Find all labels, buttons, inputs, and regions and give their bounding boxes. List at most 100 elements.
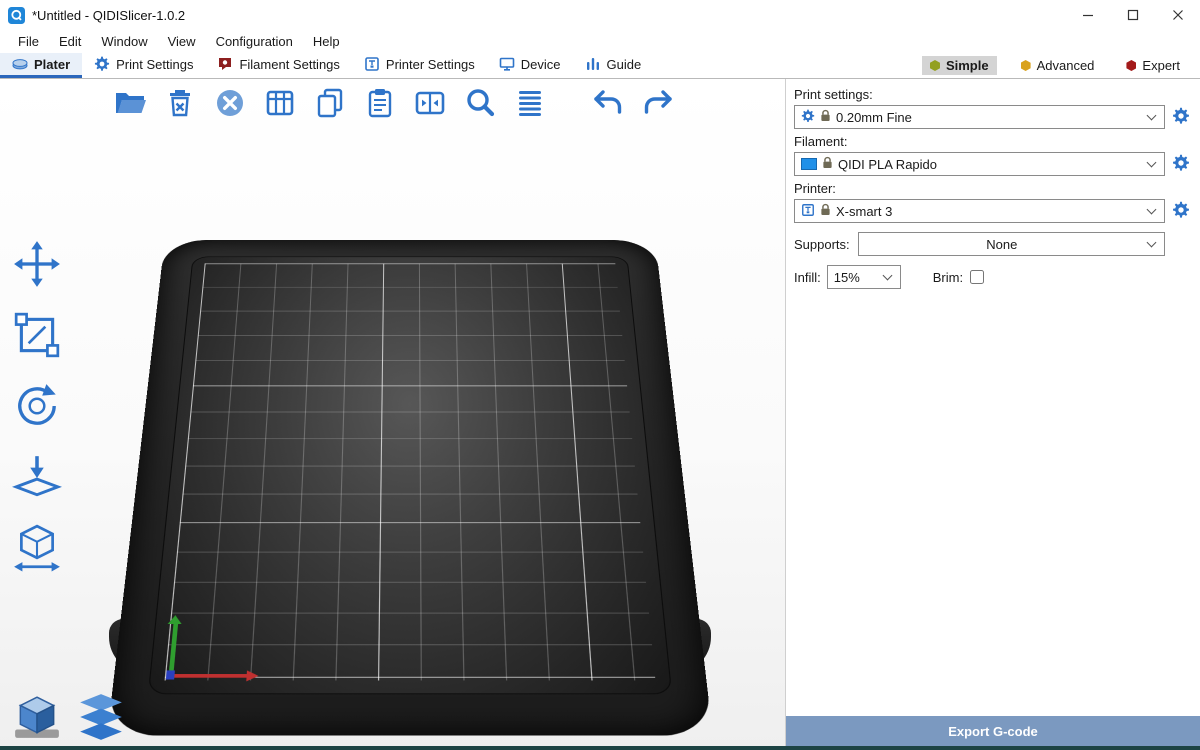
filament-value: QIDI PLA Rapido	[838, 157, 1139, 172]
supports-label: Supports:	[794, 237, 850, 252]
bed-surface	[148, 257, 673, 695]
menu-edit[interactable]: Edit	[49, 32, 91, 51]
chevron-down-icon	[1147, 205, 1157, 215]
place-on-face-icon[interactable]	[12, 452, 62, 502]
editor-view-icon[interactable]	[12, 692, 62, 742]
window-bottom-edge	[0, 746, 1200, 750]
menu-view[interactable]: View	[158, 32, 206, 51]
view-switcher	[12, 692, 126, 742]
advanced-mode-icon	[1021, 60, 1031, 71]
chevron-down-icon	[882, 271, 892, 281]
paste-icon[interactable]	[362, 85, 398, 121]
simple-mode-icon	[930, 60, 940, 71]
chevron-down-icon	[1147, 238, 1157, 248]
print-settings-select[interactable]: 0.20mm Fine	[794, 105, 1165, 129]
mode-simple[interactable]: Simple	[922, 56, 997, 75]
tab-guide[interactable]: Guide	[573, 53, 654, 78]
print-settings-gear-button[interactable]	[1170, 106, 1192, 128]
copy-icon[interactable]	[312, 85, 348, 121]
mode-selector: Simple Advanced Expert	[922, 53, 1200, 78]
redo-icon[interactable]	[640, 85, 676, 121]
rotate-icon[interactable]	[12, 381, 62, 431]
split-icon[interactable]	[412, 85, 448, 121]
filament-label: Filament:	[794, 134, 1192, 149]
gizmo-toolbar	[12, 239, 62, 573]
settings-sidebar: Print settings: 0.20mm Fine Filament:	[785, 79, 1200, 750]
supports-value: None	[865, 237, 1139, 252]
window-title: *Untitled - QIDISlicer-1.0.2	[32, 8, 185, 23]
printer-icon	[801, 203, 815, 220]
guide-icon	[585, 56, 601, 72]
x-axis-arrow	[246, 670, 259, 681]
close-button[interactable]	[1155, 0, 1200, 30]
menu-configuration[interactable]: Configuration	[206, 32, 303, 51]
maximize-button[interactable]	[1110, 0, 1155, 30]
tab-device[interactable]: Device	[487, 53, 573, 78]
chevron-down-icon	[1147, 158, 1157, 168]
tab-guide-label: Guide	[607, 57, 642, 72]
printer-label: Printer:	[794, 181, 1192, 196]
export-gcode-button[interactable]: Export G-code	[786, 716, 1200, 746]
app-logo-icon	[8, 7, 25, 24]
tab-bar: Plater Print Settings Filament Settings …	[0, 53, 1200, 79]
lock-icon	[822, 156, 833, 172]
tab-print-settings[interactable]: Print Settings	[82, 53, 205, 78]
tab-device-label: Device	[521, 57, 561, 72]
menu-window[interactable]: Window	[91, 32, 157, 51]
undo-redo-group	[590, 85, 676, 121]
mode-expert-label: Expert	[1142, 58, 1180, 73]
lock-icon	[820, 109, 831, 125]
tab-plater[interactable]: Plater	[0, 53, 82, 78]
tab-filament-settings-label: Filament Settings	[239, 57, 339, 72]
scale-icon[interactable]	[12, 310, 62, 360]
delete-all-icon[interactable]	[212, 85, 248, 121]
viewport-toolbar	[112, 85, 676, 121]
preview-view-icon[interactable]	[76, 692, 126, 742]
arrange-icon[interactable]	[262, 85, 298, 121]
tab-filament-settings[interactable]: Filament Settings	[205, 53, 351, 78]
infill-label: Infill:	[794, 270, 821, 285]
supports-select[interactable]: None	[858, 232, 1165, 256]
gear-icon	[801, 109, 815, 126]
y-axis-arrow	[168, 615, 183, 624]
plater-icon	[12, 56, 28, 72]
filament-select[interactable]: QIDI PLA Rapido	[794, 152, 1165, 176]
menu-file[interactable]: File	[8, 32, 49, 51]
x-axis-indicator	[168, 674, 246, 678]
mode-advanced-label: Advanced	[1037, 58, 1095, 73]
print-settings-label: Print settings:	[794, 87, 1192, 102]
brim-label: Brim:	[933, 270, 963, 285]
filament-color-swatch	[801, 158, 817, 170]
open-icon[interactable]	[112, 85, 148, 121]
print-bed	[95, 217, 725, 750]
move-icon[interactable]	[12, 239, 62, 289]
printer-gear-button[interactable]	[1170, 200, 1192, 222]
undo-icon[interactable]	[590, 85, 626, 121]
delete-icon[interactable]	[162, 85, 198, 121]
infill-select[interactable]: 15%	[827, 265, 901, 289]
printer-settings-icon	[364, 56, 380, 72]
print-settings-icon	[94, 56, 110, 72]
mode-advanced[interactable]: Advanced	[1013, 56, 1103, 75]
mode-simple-label: Simple	[946, 58, 989, 73]
minimize-button[interactable]	[1065, 0, 1110, 30]
menu-bar: File Edit Window View Configuration Help	[0, 30, 1200, 53]
printer-select[interactable]: X-smart 3	[794, 199, 1165, 223]
tab-print-settings-label: Print Settings	[116, 57, 193, 72]
filament-gear-button[interactable]	[1170, 153, 1192, 175]
layers-icon[interactable]	[512, 85, 548, 121]
mode-expert[interactable]: Expert	[1118, 56, 1188, 75]
menu-help[interactable]: Help	[303, 32, 350, 51]
z-axis-indicator	[166, 670, 175, 679]
measure-icon[interactable]	[12, 523, 62, 573]
tab-printer-settings-label: Printer Settings	[386, 57, 475, 72]
tab-printer-settings[interactable]: Printer Settings	[352, 53, 487, 78]
3d-viewport[interactable]	[0, 79, 785, 750]
brim-checkbox[interactable]	[970, 270, 984, 284]
printer-value: X-smart 3	[836, 204, 1139, 219]
bed-frame	[107, 240, 713, 736]
tab-plater-label: Plater	[34, 57, 70, 72]
lock-icon	[820, 203, 831, 219]
main-area: Print settings: 0.20mm Fine Filament:	[0, 79, 1200, 750]
search-icon[interactable]	[462, 85, 498, 121]
